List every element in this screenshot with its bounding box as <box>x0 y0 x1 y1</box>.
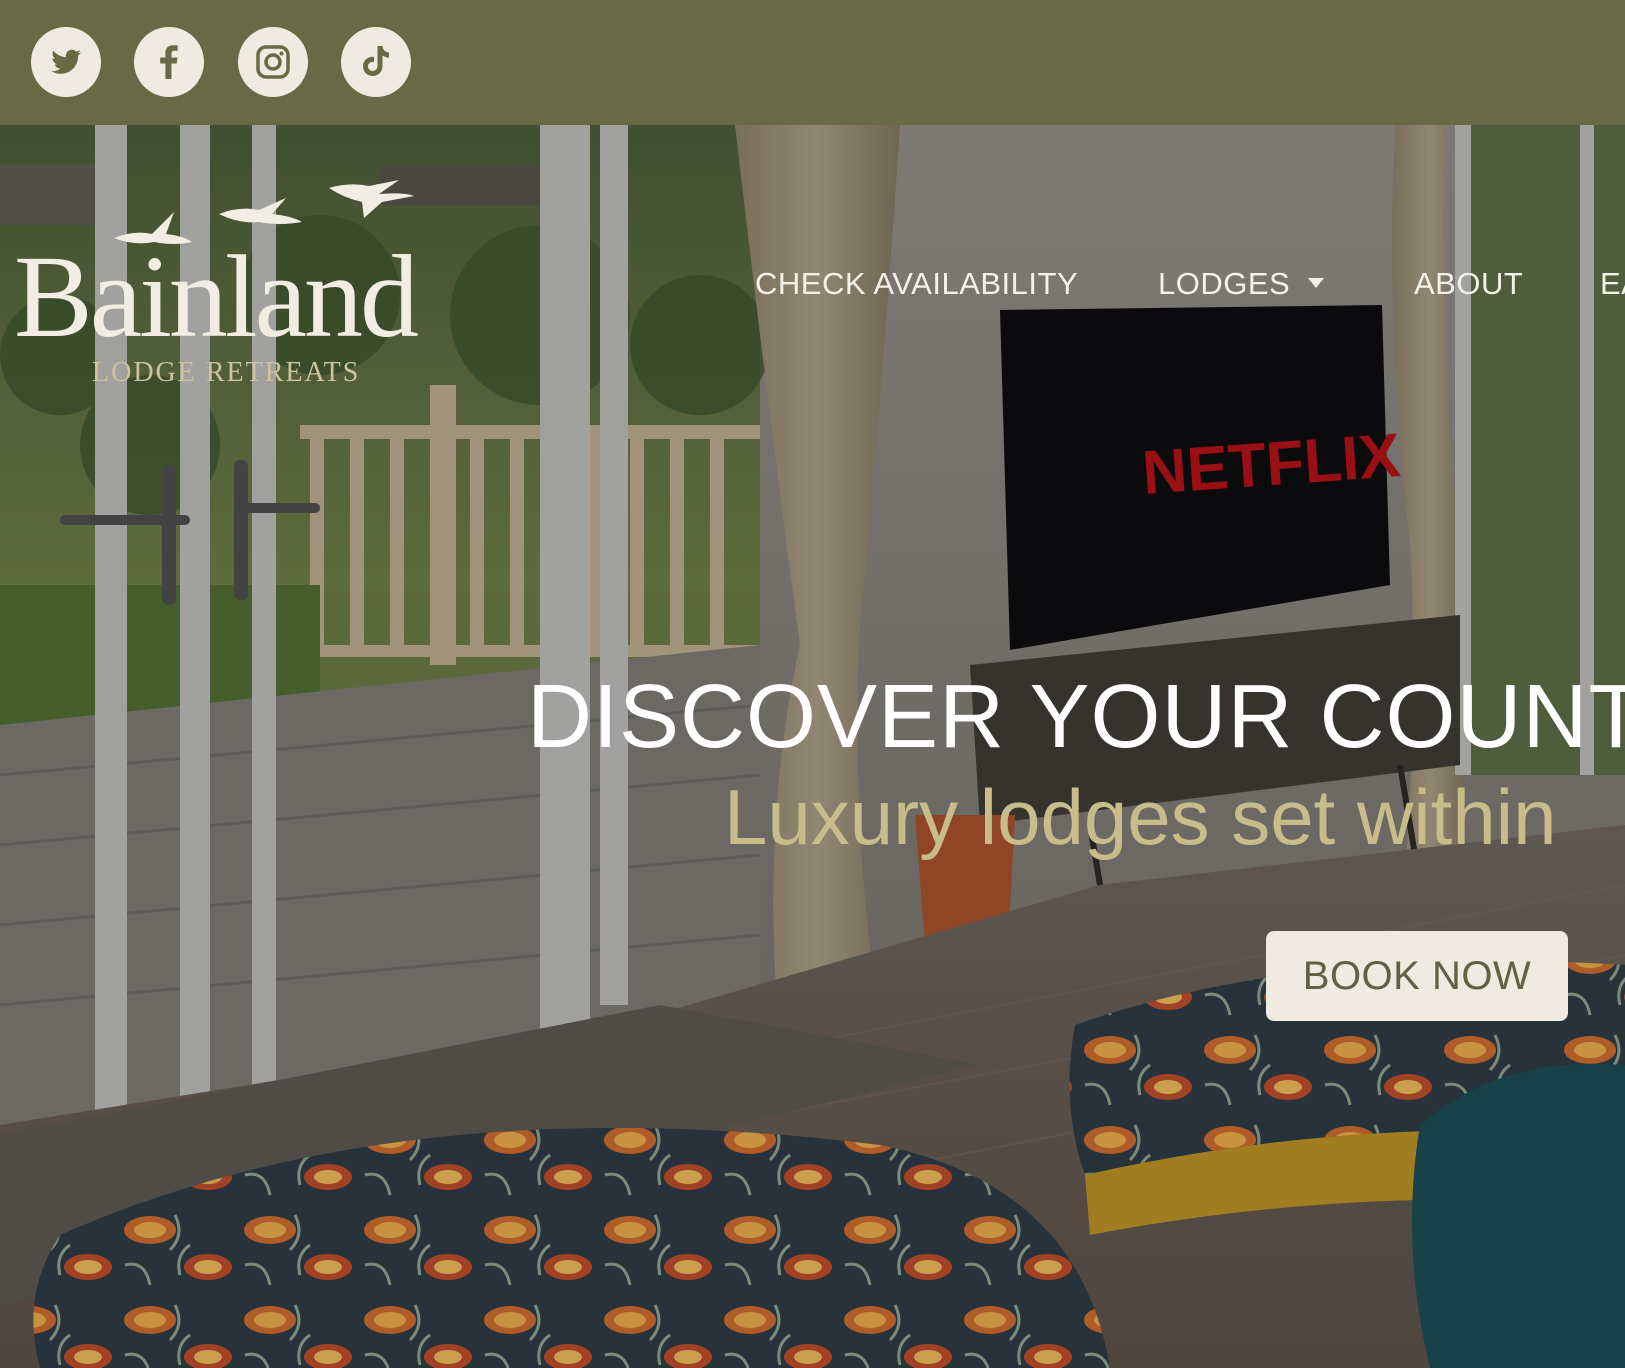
nav-item-partial[interactable]: EA <box>1600 268 1625 299</box>
facebook-link[interactable] <box>134 27 204 97</box>
tiktok-link[interactable] <box>341 27 411 97</box>
twitter-link[interactable] <box>31 27 101 97</box>
caret-down-icon <box>1308 277 1325 288</box>
nav-lodges-label: LODGES <box>1158 266 1291 301</box>
nav-check-availability[interactable]: CHECK AVAILABILITY <box>755 268 1078 299</box>
twitter-icon <box>51 49 82 74</box>
instagram-link[interactable] <box>238 27 308 97</box>
book-now-button[interactable]: BOOK NOW <box>1266 931 1568 1021</box>
facebook-icon <box>160 45 178 79</box>
instagram-icon <box>256 45 290 79</box>
page: NETFLIX Bainland LODGE RETREATS CHECK AV… <box>0 0 1625 1368</box>
site-logo[interactable]: Bainland LODGE RETREATS <box>14 176 454 396</box>
tiktok-icon <box>363 46 389 76</box>
hero-headline: DISCOVER YOUR COUNT <box>527 667 1625 767</box>
hero-subheadline: Luxury lodges set within <box>724 773 1557 861</box>
nav-lodges[interactable]: LODGES <box>1158 266 1325 301</box>
logo-wordmark: Bainland <box>14 231 419 362</box>
social-bar <box>0 0 1625 125</box>
logo-tagline: LODGE RETREATS <box>92 357 361 388</box>
nav-about[interactable]: ABOUT <box>1414 268 1523 299</box>
